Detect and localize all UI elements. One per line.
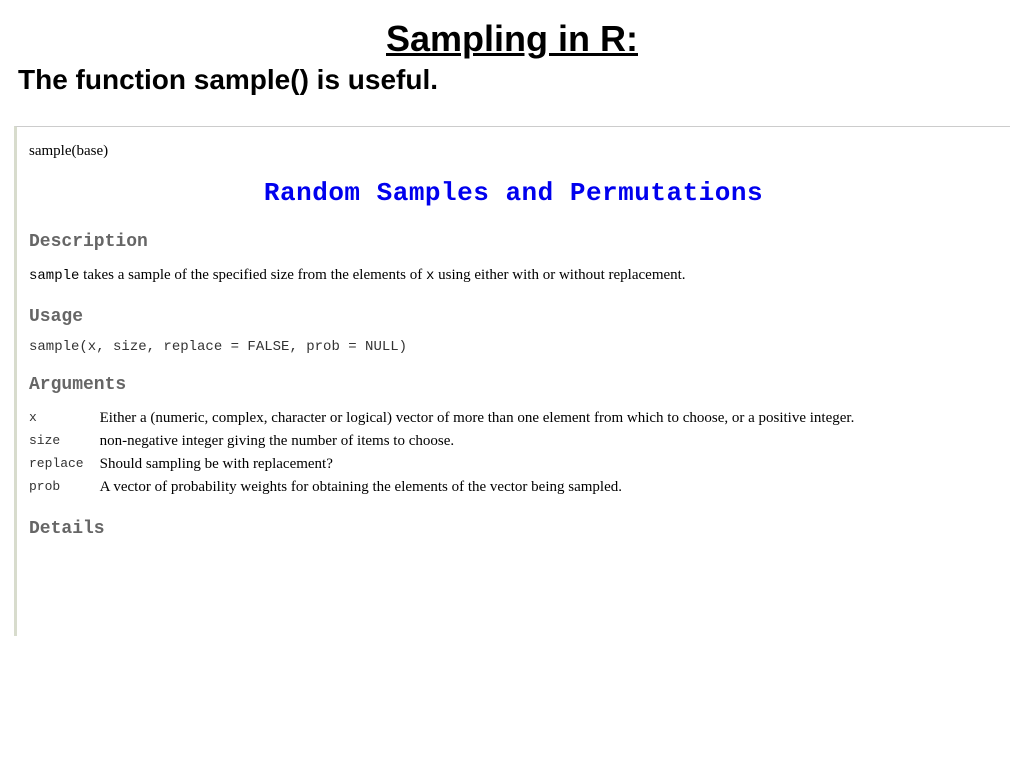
table-row: prob A vector of probability weights for… bbox=[29, 476, 862, 499]
arg-name: size bbox=[29, 430, 100, 453]
package-header: sample(base) bbox=[29, 143, 998, 160]
table-row: replace Should sampling be with replacem… bbox=[29, 453, 862, 476]
description-text: sample takes a sample of the specified s… bbox=[29, 264, 998, 287]
arg-desc: non-negative integer giving the number o… bbox=[100, 430, 863, 453]
arg-name: prob bbox=[29, 476, 100, 499]
heading-usage: Usage bbox=[29, 307, 998, 327]
table-row: x Either a (numeric, complex, character … bbox=[29, 407, 862, 430]
slide-subtitle: The function sample() is useful. bbox=[0, 60, 1024, 96]
arg-name: x bbox=[29, 407, 100, 430]
help-doc-panel: sample(base) Random Samples and Permutat… bbox=[14, 126, 1010, 636]
table-row: size non-negative integer giving the num… bbox=[29, 430, 862, 453]
usage-code: sample(x, size, replace = FALSE, prob = … bbox=[29, 339, 998, 355]
arguments-table: x Either a (numeric, complex, character … bbox=[29, 407, 862, 499]
heading-arguments: Arguments bbox=[29, 375, 998, 395]
arg-desc: Either a (numeric, complex, character or… bbox=[100, 407, 863, 430]
arg-name: replace bbox=[29, 453, 100, 476]
heading-details: Details bbox=[29, 519, 998, 539]
code-inline: sample bbox=[29, 268, 79, 284]
arg-desc: Should sampling be with replacement? bbox=[100, 453, 863, 476]
slide-title: Sampling in R: bbox=[0, 18, 1024, 60]
arg-desc: A vector of probability weights for obta… bbox=[100, 476, 863, 499]
heading-description: Description bbox=[29, 232, 998, 252]
doc-title: Random Samples and Permutations bbox=[29, 178, 998, 208]
